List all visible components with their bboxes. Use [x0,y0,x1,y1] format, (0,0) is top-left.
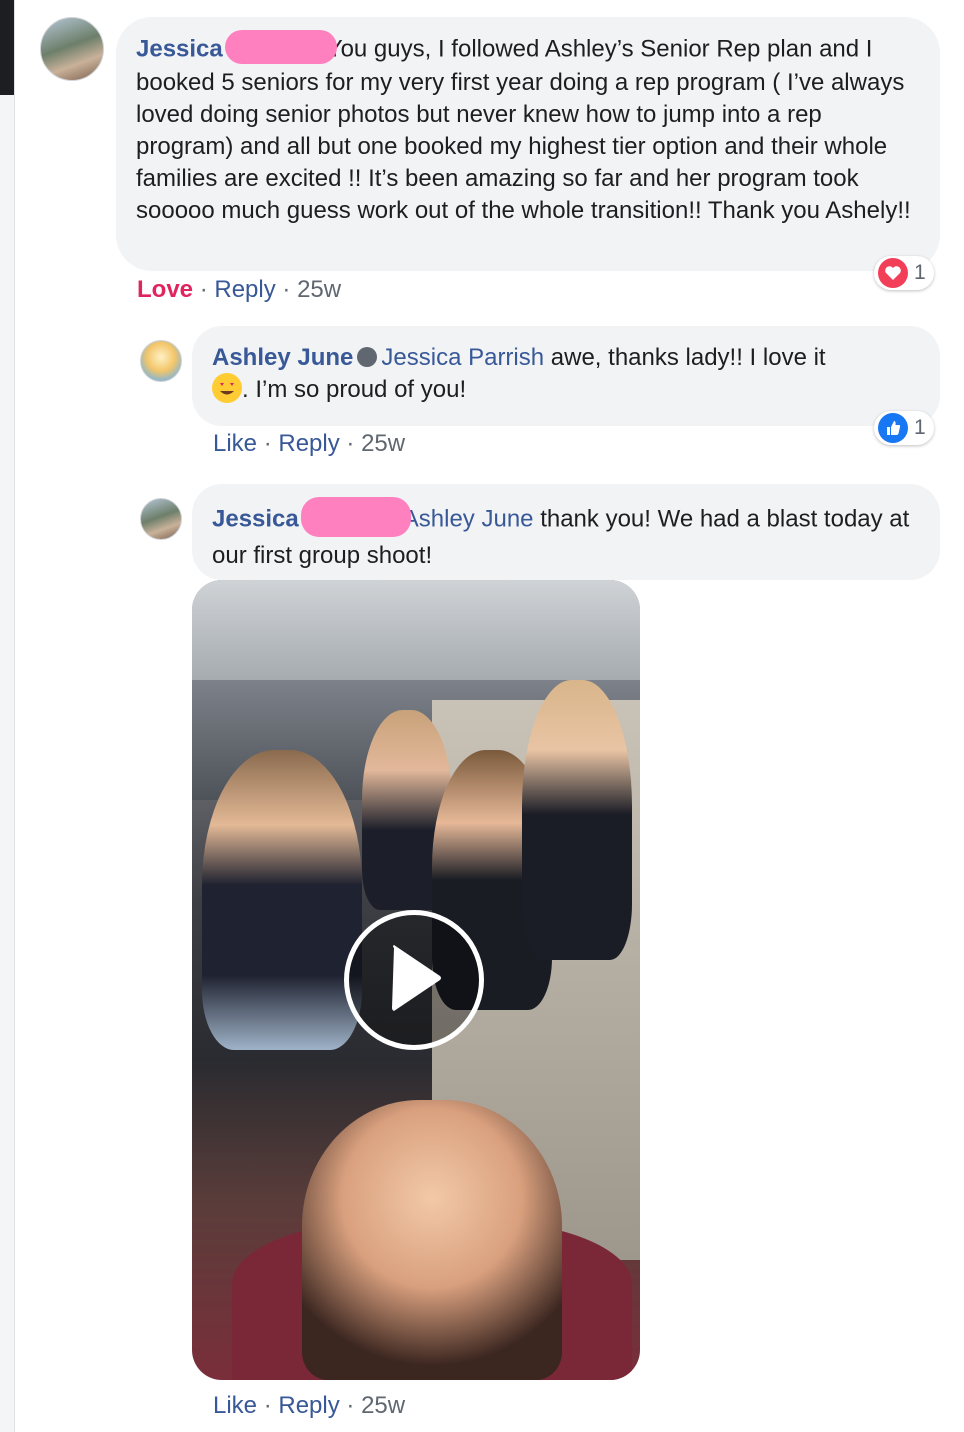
timestamp[interactable]: 25w [361,430,405,457]
heart-icon [878,258,908,288]
reply-link[interactable]: Reply [214,276,275,303]
separator-dot: · [346,430,355,457]
reply-bubble: Ashley June Jessica Parrish awe, thanks l… [192,326,940,426]
play-button[interactable] [344,910,484,1050]
reply-author[interactable]: Jessica [212,505,299,532]
reaction-summary[interactable]: 1 [874,411,934,445]
avatar-ashley[interactable] [140,340,182,382]
redaction-mark [300,497,411,537]
comment-author[interactable]: Jessica [136,35,223,62]
comment-actions: Love · Reply · 25w [137,274,341,306]
like-icon [878,413,908,443]
reply-bubble: Jessica Ashley June thank you! We had a b… [192,484,940,580]
avatar-jessica[interactable] [140,498,182,540]
separator-dot: · [282,276,291,303]
separator-dot: · [346,1392,355,1419]
video-frame-person [522,680,632,960]
like-link[interactable]: Like [213,430,257,457]
mention-link[interactable]: Ashley June [403,505,534,532]
verified-icon [357,346,378,367]
mention-link[interactable]: Jessica Parrish [381,344,544,371]
avatar-jessica[interactable] [40,17,104,81]
reply-actions: Like · Reply · 25w [213,428,405,460]
separator-dot: · [263,430,272,457]
reply-link[interactable]: Reply [278,430,339,457]
separator-dot: · [199,276,208,303]
reaction-count: 1 [914,261,926,284]
love-reaction-link[interactable]: Love [137,276,193,303]
play-icon [384,943,444,1018]
redaction-mark [224,30,337,64]
left-panel-dark-block [0,0,14,95]
reply-author[interactable]: Ashley June [212,344,353,371]
reply-text-continued: . I’m so proud of you! [242,376,467,403]
reaction-count: 1 [914,416,926,439]
like-link[interactable]: Like [213,1392,257,1419]
reaction-summary[interactable]: 1 [874,256,934,290]
reply-text: awe, thanks lady!! I love it [550,344,826,371]
reply-link[interactable]: Reply [278,1392,339,1419]
reply-actions: Like · Reply · 25w [213,1390,405,1422]
timestamp[interactable]: 25w [297,276,341,303]
comment-bubble: Jessica You guys, I followed Ashley’s Sen… [116,17,940,271]
separator-dot: · [263,1392,272,1419]
heart-eyes-emoji-icon [212,372,242,403]
video-frame-face [302,1100,562,1380]
video-frame-person [202,750,362,1050]
left-panel-edge [0,0,15,1432]
timestamp[interactable]: 25w [361,1392,405,1419]
